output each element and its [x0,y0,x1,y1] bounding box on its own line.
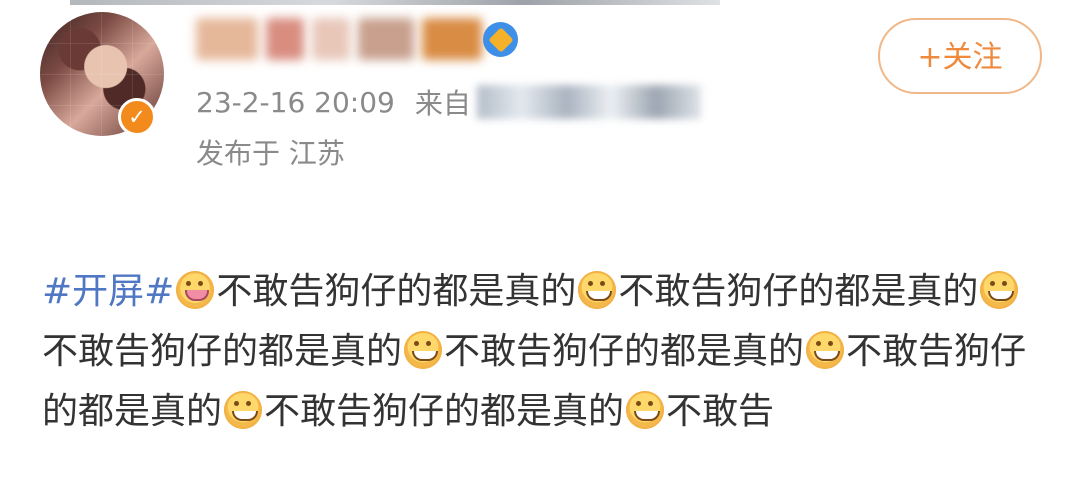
post-segment: 不敢告狗仔的都是真的 [618,271,979,312]
blur-block [422,18,482,60]
grinning-face-icon [626,391,665,429]
top-cropped-bar [70,0,720,5]
grinning-face-icon [224,391,263,429]
hashtag-link[interactable]: #开屏# [42,271,174,312]
post-segment: 不敢告狗仔的都是真的 [42,331,403,372]
grinning-face-icon [578,271,617,309]
post-meta-line: 23-2-16 20:09 来自 [196,82,701,122]
source-prefix: 来自 [414,87,471,120]
post-segment: 不敢告狗仔的都是真的 [264,391,625,432]
source-blurred [476,85,701,119]
follow-button[interactable]: +关注 [878,18,1042,94]
blushing-face-icon [176,271,215,309]
post-segment: 不敢告狗仔的都是真的 [216,271,577,312]
post-location: 发布于 江苏 [196,137,345,170]
post-content: #开屏# 不敢告狗仔的都是真的 不敢告狗仔的都是真的不敢告狗仔的都是真的 不敢告狗仔的… [42,202,1042,486]
post-segment: 不敢告 [666,391,775,432]
grinning-face-icon [404,331,443,369]
blur-block [358,18,414,60]
post-timestamp: 23-2-16 20:09 [196,85,395,119]
blue-diamond-icon [483,22,518,57]
user-name-blurred[interactable] [196,18,482,60]
grinning-face-icon [806,331,845,369]
verified-badge-icon: ✓ [118,98,156,136]
post-segment: 不敢告狗仔的都是真的 [444,331,805,372]
blur-block [266,18,304,60]
blur-block [312,18,350,60]
blur-block [196,18,258,60]
grinning-face-icon [980,271,1019,309]
